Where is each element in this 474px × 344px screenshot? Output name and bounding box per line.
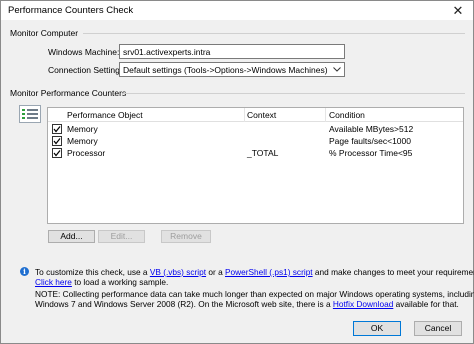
windows-machine-label: Windows Machine: bbox=[48, 47, 120, 57]
info-text: Windows 7 and Windows Server 2008 (R2). … bbox=[35, 299, 333, 309]
monitor-counters-group-label: Monitor Performance Counters bbox=[10, 88, 127, 98]
column-header-condition[interactable]: Condition bbox=[329, 110, 365, 120]
cell-context: _TOTAL bbox=[247, 148, 279, 158]
dialog-window: Performance Counters Check ✕ Monitor Com… bbox=[0, 0, 474, 344]
column-header-object[interactable]: Performance Object bbox=[67, 110, 143, 120]
window-title: Performance Counters Check bbox=[8, 5, 134, 16]
powershell-script-link[interactable]: PowerShell (.ps1) script bbox=[225, 267, 313, 277]
monitor-computer-group-label: Monitor Computer bbox=[10, 28, 79, 38]
remove-button[interactable]: Remove bbox=[161, 230, 211, 243]
info-text: To customize this check, use a bbox=[35, 267, 150, 277]
close-icon: ✕ bbox=[452, 2, 464, 18]
info-line-2: Click here to load a working sample. bbox=[35, 277, 168, 287]
close-button[interactable]: ✕ bbox=[443, 1, 473, 20]
row-checkbox[interactable] bbox=[52, 124, 62, 134]
cell-object: Processor bbox=[67, 148, 106, 158]
ok-button[interactable]: OK bbox=[353, 321, 401, 336]
table-row[interactable]: Processor _TOTAL % Processor Time<95 bbox=[48, 147, 463, 159]
column-divider bbox=[244, 108, 245, 122]
chevron-down-icon[interactable] bbox=[330, 63, 344, 76]
info-text: available for that. bbox=[393, 299, 459, 309]
connection-settings-select[interactable]: Default settings (Tools->Options->Window… bbox=[119, 62, 345, 77]
info-line-1: To customize this check, use a VB (.vbs)… bbox=[35, 267, 474, 277]
table-row[interactable]: Memory Page faults/sec<1000 bbox=[48, 135, 463, 147]
column-header-context[interactable]: Context bbox=[247, 110, 276, 120]
row-checkbox[interactable] bbox=[52, 148, 62, 158]
table-row[interactable]: Memory Available MBytes>512 bbox=[48, 123, 463, 135]
check-icon bbox=[53, 150, 61, 157]
group-divider bbox=[123, 93, 465, 94]
check-icon bbox=[53, 126, 61, 133]
info-text: to load a working sample. bbox=[71, 277, 169, 287]
info-text: and make changes to meet your requiremen… bbox=[312, 267, 474, 277]
connection-settings-value: Default settings (Tools->Options->Window… bbox=[123, 65, 328, 75]
row-checkbox[interactable] bbox=[52, 136, 62, 146]
vbs-script-link[interactable]: VB (.vbs) script bbox=[150, 267, 206, 277]
info-text: or a bbox=[206, 267, 225, 277]
connection-settings-label: Connection Settings: bbox=[48, 65, 127, 75]
column-divider bbox=[325, 108, 326, 122]
cell-object: Memory bbox=[67, 124, 98, 134]
click-here-link[interactable]: Click here bbox=[35, 277, 72, 287]
windows-machine-value: srv01.activexperts.intra bbox=[123, 47, 211, 57]
hotfix-download-link[interactable]: Hotfix Download bbox=[333, 299, 393, 309]
edit-button[interactable]: Edit... bbox=[98, 230, 145, 243]
cell-condition: Available MBytes>512 bbox=[329, 124, 414, 134]
list-icon bbox=[19, 105, 41, 123]
cell-condition: % Processor Time<95 bbox=[329, 148, 413, 158]
title-bar: Performance Counters Check ✕ bbox=[1, 1, 473, 20]
windows-machine-input[interactable]: srv01.activexperts.intra bbox=[119, 44, 345, 59]
group-divider bbox=[83, 33, 465, 34]
note-line-2: Windows 7 and Windows Server 2008 (R2). … bbox=[35, 299, 459, 309]
table-header: Performance Object Context Condition bbox=[48, 108, 463, 122]
counters-table[interactable]: Performance Object Context Condition Mem… bbox=[47, 107, 464, 224]
cell-object: Memory bbox=[67, 136, 98, 146]
cell-condition: Page faults/sec<1000 bbox=[329, 136, 411, 146]
add-button[interactable]: Add... bbox=[48, 230, 95, 243]
info-icon: i bbox=[20, 267, 29, 276]
cancel-button[interactable]: Cancel bbox=[414, 321, 462, 336]
note-line-1: NOTE: Collecting performance data can ta… bbox=[35, 289, 474, 299]
check-icon bbox=[53, 138, 61, 145]
